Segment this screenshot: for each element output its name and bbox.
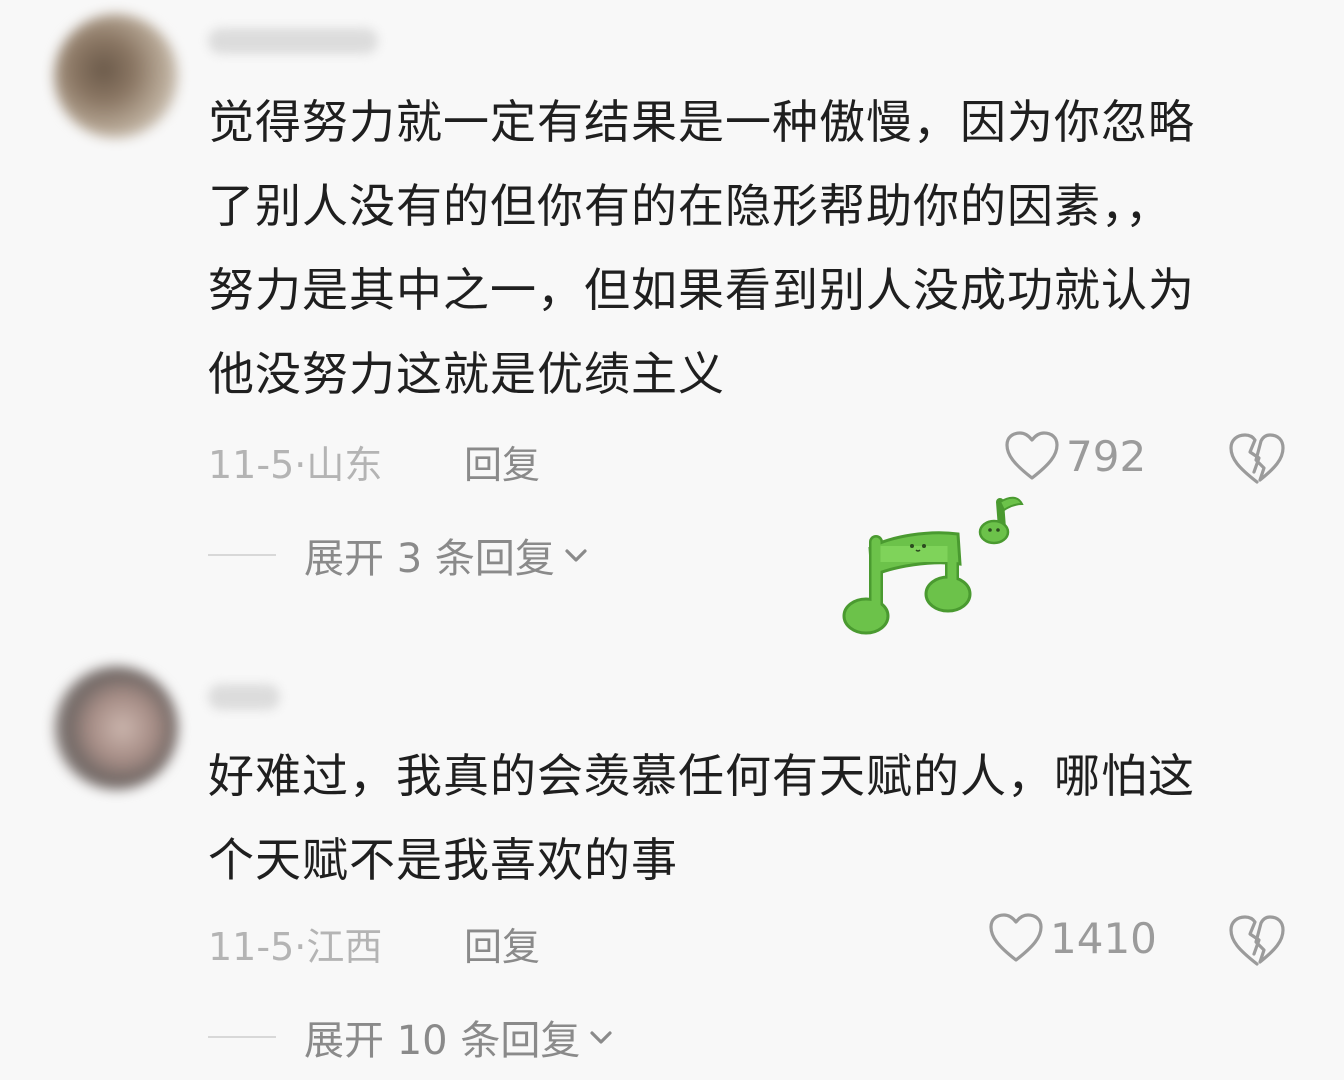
expand-replies-label: 展开 10 条回复 bbox=[304, 1018, 581, 1064]
comment-line: 了别人没有的但你有的在隐形帮助你的因素，， bbox=[208, 179, 1172, 233]
avatar[interactable] bbox=[54, 666, 178, 790]
heart-icon bbox=[1004, 430, 1060, 482]
broken-heart-icon[interactable] bbox=[1228, 432, 1286, 486]
avatar[interactable] bbox=[54, 14, 178, 138]
comment-line: 好难过，我真的会羡慕任何有天赋的人，哪怕这 bbox=[208, 749, 1195, 803]
comment-line: 觉得努力就一定有结果是一种傲慢，因为你忽略 bbox=[208, 95, 1195, 149]
comment-line: 他没努力这就是优绩主义 bbox=[208, 347, 725, 401]
reply-button[interactable]: 回复 bbox=[464, 434, 540, 489]
like-button[interactable]: 792 bbox=[1004, 430, 1146, 482]
broken-heart-icon[interactable] bbox=[1228, 914, 1286, 968]
chevron-down-icon bbox=[563, 545, 589, 565]
comment-meta: 11-5·江西 bbox=[208, 925, 383, 969]
comment-text: 觉得努力就一定有结果是一种傲慢，因为你忽略 了别人没有的但你有的在隐形帮助你的因… bbox=[208, 80, 1288, 416]
comment-text: 好难过，我真的会羡慕任何有天赋的人，哪怕这 个天赋不是我喜欢的事 bbox=[208, 734, 1288, 902]
comment-line: 努力是其中之一，但如果看到别人没成功就认为 bbox=[208, 263, 1195, 317]
heart-icon bbox=[988, 912, 1044, 964]
expand-replies-button[interactable]: 展开 3 条回复 bbox=[208, 526, 589, 584]
reply-button[interactable]: 回复 bbox=[464, 916, 540, 971]
divider-line bbox=[208, 1036, 276, 1038]
chevron-down-icon bbox=[588, 1027, 614, 1047]
divider-line bbox=[208, 554, 276, 556]
expand-replies-button[interactable]: 展开 10 条回复 bbox=[208, 1008, 614, 1066]
comment-list: 觉得努力就一定有结果是一种傲慢，因为你忽略 了别人没有的但你有的在隐形帮助你的因… bbox=[0, 0, 1344, 1080]
comment-line: 个天赋不是我喜欢的事 bbox=[208, 833, 678, 887]
username-blurred[interactable] bbox=[208, 684, 280, 710]
comment-meta: 11-5·山东 bbox=[208, 443, 383, 487]
username-blurred[interactable] bbox=[208, 28, 378, 54]
like-count: 792 bbox=[1066, 431, 1147, 481]
like-count: 1410 bbox=[1050, 913, 1157, 963]
like-button[interactable]: 1410 bbox=[988, 912, 1157, 964]
music-notes-sticker bbox=[840, 490, 1040, 650]
expand-replies-label: 展开 3 条回复 bbox=[304, 536, 555, 582]
